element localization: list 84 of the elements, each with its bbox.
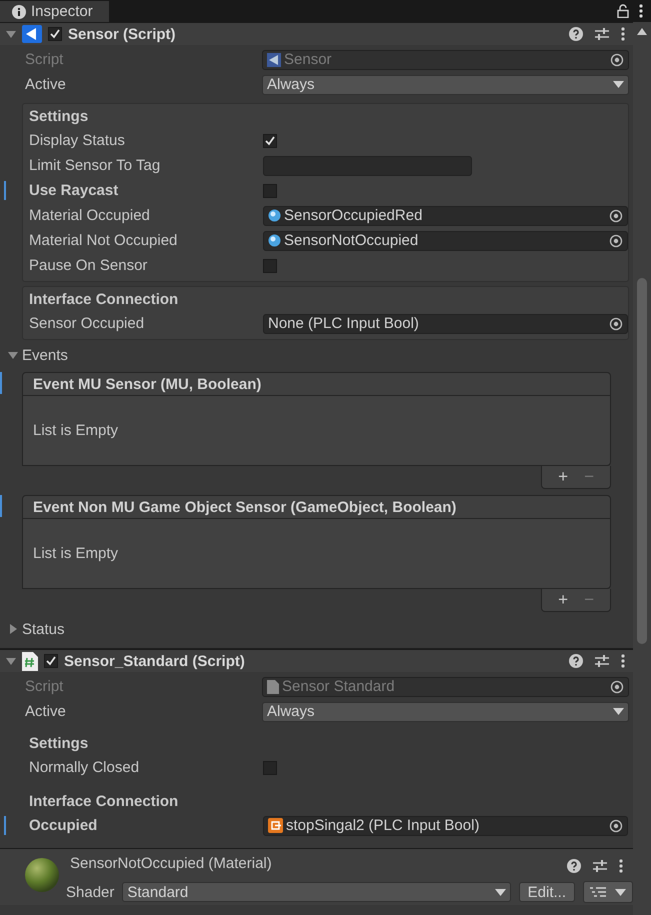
checkbox[interactable] — [263, 134, 277, 148]
object-picker-icon[interactable] — [609, 234, 623, 248]
component-title: Sensor (Script) — [68, 26, 177, 42]
dropdown-arrow-icon — [613, 81, 624, 88]
component-header[interactable]: Sensor (Script) — [0, 22, 633, 45]
list-icon — [590, 886, 606, 898]
object-field[interactable]: SensorOccupiedRed — [263, 206, 628, 226]
event-header: Event Non MU Game Object Sensor (GameObject, Boolean) — [22, 495, 611, 519]
foldout-label[interactable]: Status — [22, 620, 65, 638]
scrollbar[interactable] — [633, 22, 651, 915]
foldout-arrow-icon[interactable] — [6, 28, 16, 38]
csharp-script-icon — [22, 652, 38, 670]
empty-list-text: List is Empty — [33, 422, 118, 439]
scroll-up-arrow-icon[interactable] — [637, 28, 647, 35]
dropdown[interactable]: Always — [262, 74, 629, 94]
menu-icon[interactable] — [619, 859, 623, 873]
presets-sliders-icon[interactable] — [595, 654, 609, 668]
section-heading: Interface Connection — [29, 290, 180, 310]
component-header[interactable]: Sensor_Standard (Script) — [0, 649, 633, 672]
dropdown-arrow-icon — [494, 888, 506, 896]
field-label: Display Status — [29, 132, 126, 149]
section-heading: Settings — [29, 734, 90, 754]
shader-dropdown[interactable]: Standard — [122, 882, 511, 902]
lock-icon[interactable] — [617, 4, 629, 18]
object-field[interactable]: SensorNotOccupied — [263, 230, 628, 250]
dropdown[interactable]: Always — [262, 702, 629, 722]
checkbox[interactable] — [263, 258, 277, 272]
menu-icon[interactable] — [621, 27, 625, 41]
enable-checkbox[interactable] — [44, 654, 58, 668]
edit-button[interactable]: Edit... — [518, 882, 575, 902]
field-label: Pause On Sensor — [29, 257, 148, 274]
script-icon — [267, 52, 281, 66]
field-label: Script — [25, 678, 64, 695]
empty-list-text: List is Empty — [33, 545, 118, 562]
inspector-tab[interactable]: Inspector — [0, 1, 109, 22]
field-label: Occupied — [29, 817, 98, 834]
object-field[interactable]: stopSingal2 (PLC Input Bool) — [263, 816, 628, 836]
scrollbar-thumb[interactable] — [637, 278, 647, 644]
field-label: Active — [25, 76, 67, 93]
presets-sliders-icon[interactable] — [595, 27, 609, 41]
material-sphere-icon — [268, 209, 281, 222]
checkbox[interactable] — [263, 184, 277, 198]
help-icon[interactable] — [569, 654, 583, 668]
enable-checkbox[interactable] — [48, 27, 62, 41]
field-label: Material Occupied — [29, 207, 151, 224]
object-picker-icon[interactable] — [609, 316, 623, 330]
foldout-arrow-icon[interactable] — [8, 350, 18, 360]
field-label: Limit Sensor To Tag — [29, 157, 162, 174]
checkbox[interactable] — [263, 760, 277, 774]
object-picker-icon[interactable] — [609, 818, 623, 832]
field-label: Sensor Occupied — [29, 315, 146, 332]
dropdown-arrow-icon — [614, 888, 626, 896]
menu-icon[interactable] — [639, 4, 643, 18]
sensor-script-icon — [22, 25, 42, 43]
signal-icon — [268, 818, 283, 833]
input-field[interactable] — [263, 156, 472, 176]
menu-icon[interactable] — [621, 654, 625, 668]
script-file-icon — [267, 680, 279, 694]
event-header: Event MU Sensor (MU, Boolean) — [22, 372, 611, 396]
field-label: Active — [25, 703, 67, 720]
section-heading: Settings — [29, 107, 90, 127]
help-icon[interactable] — [569, 27, 583, 41]
add-button[interactable]: + — [552, 467, 574, 487]
dropdown-arrow-icon — [613, 708, 624, 715]
field-label: Use Raycast — [29, 182, 120, 199]
foldout-arrow-icon[interactable] — [8, 624, 18, 634]
presets-sliders-icon[interactable] — [593, 859, 607, 873]
list-options-dropdown[interactable] — [583, 881, 633, 903]
section-heading: Interface Connection — [29, 792, 180, 812]
material-preview-sphere — [24, 857, 60, 893]
info-icon — [12, 4, 26, 18]
object-field[interactable]: None (PLC Input Bool) — [263, 314, 628, 334]
component-title: Sensor_Standard (Script) — [64, 652, 246, 670]
field-label: Normally Closed — [29, 759, 140, 776]
object-picker-icon[interactable] — [609, 208, 623, 222]
foldout-arrow-icon[interactable] — [6, 656, 16, 666]
help-icon[interactable] — [567, 859, 581, 873]
field-label: Script — [25, 51, 64, 68]
foldout-label[interactable]: Events — [22, 346, 68, 364]
field-label: Material Not Occupied — [29, 232, 178, 249]
field-label: Shader — [66, 884, 114, 900]
material-sphere-icon — [268, 234, 281, 247]
material-title: SensorNotOccupied (Material) — [70, 855, 272, 872]
add-button[interactable]: + — [552, 590, 574, 610]
